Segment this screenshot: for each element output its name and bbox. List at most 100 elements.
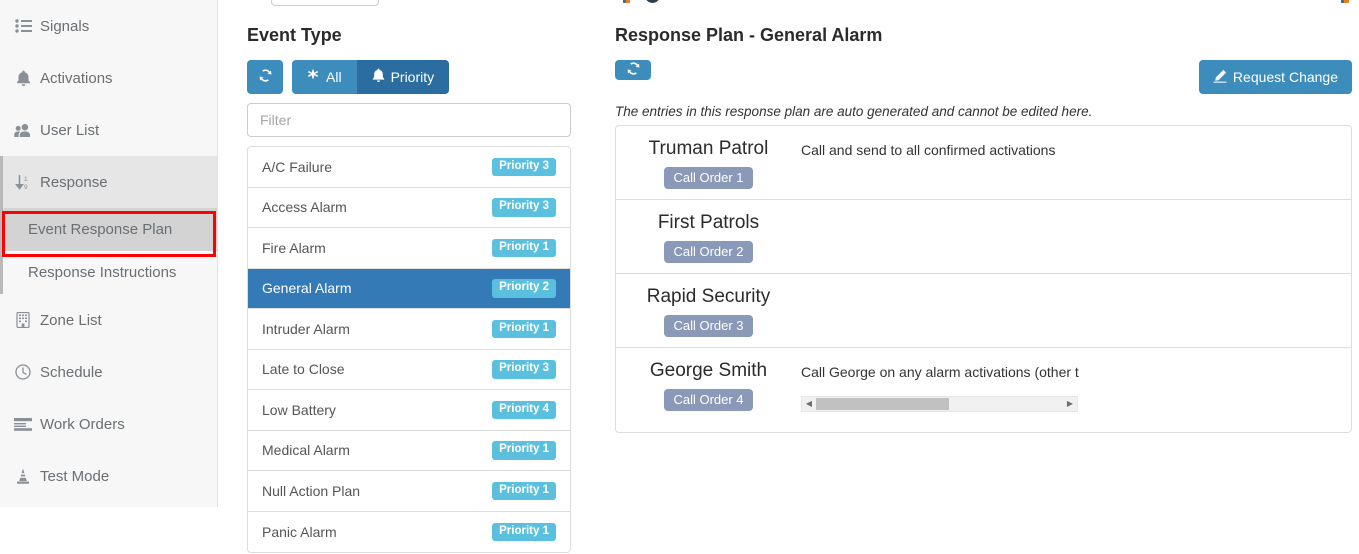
event-list-item[interactable]: Panic Alarm Priority 1 xyxy=(248,512,570,553)
partial-icon-above xyxy=(645,0,660,3)
event-list-item-selected[interactable]: General Alarm Priority 2 xyxy=(248,268,570,309)
response-plan-row[interactable]: First Patrols Call Order 2 xyxy=(616,200,1351,274)
event-name: Intruder Alarm xyxy=(262,320,350,337)
sidebar-item-user-list[interactable]: User List xyxy=(0,104,217,156)
sidebar-item-label: Activations xyxy=(40,69,113,87)
filter-priority-label: Priority xyxy=(390,69,435,85)
app-root: Signals Activations User List 19 Respons… xyxy=(0,0,1359,554)
priority-badge: Priority 3 xyxy=(492,157,556,176)
call-order-badge: Call Order 3 xyxy=(664,315,753,337)
request-change-label: Request Change xyxy=(1232,69,1338,85)
event-name: Panic Alarm xyxy=(262,523,337,540)
svg-text:9: 9 xyxy=(24,184,28,191)
scrollbar-track[interactable] xyxy=(816,397,1063,411)
sidebar-subitem-response-instructions[interactable]: Response Instructions xyxy=(0,251,217,294)
sidebar-item-label: Response xyxy=(40,173,108,191)
tasks-icon xyxy=(14,415,32,433)
sidebar: Signals Activations User List 19 Respons… xyxy=(0,0,218,507)
clock-icon xyxy=(14,363,32,381)
filter-priority-button[interactable]: Priority xyxy=(356,60,450,94)
users-icon xyxy=(14,121,32,139)
response-plan-description: Call and send to all confirmed activatio… xyxy=(801,142,1056,158)
asterisk-icon xyxy=(307,69,320,85)
sidebar-item-activations[interactable]: Activations xyxy=(0,52,217,104)
event-list-item[interactable]: Medical Alarm Priority 1 xyxy=(248,431,570,471)
priority-badge: Priority 1 xyxy=(492,481,556,500)
priority-badge: Priority 2 xyxy=(492,279,556,298)
call-order-badge: Call Order 2 xyxy=(664,241,753,263)
sidebar-item-test-mode[interactable]: Test Mode xyxy=(0,450,217,502)
request-change-button[interactable]: Request Change xyxy=(1198,60,1352,94)
response-plan-entity: Truman Patrol Call Order 1 xyxy=(616,126,801,199)
event-list-item[interactable]: A/C Failure Priority 3 xyxy=(248,147,570,188)
response-plan-row[interactable]: Truman Patrol Call Order 1 Call and send… xyxy=(616,126,1351,200)
event-list-item[interactable]: Intruder Alarm Priority 1 xyxy=(248,309,570,350)
refresh-button[interactable] xyxy=(247,60,283,94)
response-plan-entity-name: First Patrols xyxy=(657,212,760,233)
response-plan-refresh-button[interactable] xyxy=(615,60,651,80)
priority-badge: Priority 1 xyxy=(492,238,556,257)
event-type-list: A/C Failure Priority 3 Access Alarm Prio… xyxy=(247,146,571,553)
svg-text:1: 1 xyxy=(24,176,28,183)
sidebar-subitem-event-response-plan[interactable]: Event Response Plan xyxy=(0,208,217,251)
response-plan-description-cell xyxy=(801,274,1351,288)
scroll-left-arrow-icon[interactable]: ◀ xyxy=(802,400,816,408)
filter-all-button[interactable]: All xyxy=(292,60,357,94)
event-list-item[interactable]: Late to Close Priority 3 xyxy=(248,350,570,390)
sidebar-item-label: Test Mode xyxy=(40,467,110,485)
sidebar-item-response[interactable]: 19 Response xyxy=(0,156,217,208)
scrollbar-thumb[interactable] xyxy=(816,398,949,410)
list-icon xyxy=(14,17,32,35)
call-order-badge: Call Order 1 xyxy=(664,167,753,189)
description-horizontal-scrollbar[interactable]: ◀ ▶ xyxy=(801,396,1078,412)
cone-icon xyxy=(14,467,32,485)
response-plan-entity: George Smith Call Order 4 xyxy=(616,348,801,421)
response-plan-note: The entries in this response plan are au… xyxy=(615,104,1093,119)
response-plan-description: Call George on any alarm activations (ot… xyxy=(801,364,1079,380)
event-name: Access Alarm xyxy=(262,199,347,216)
scroll-right-arrow-icon[interactable]: ▶ xyxy=(1063,400,1077,408)
pencil-icon xyxy=(1213,69,1227,86)
event-name: Late to Close xyxy=(262,361,345,378)
filter-all-label: All xyxy=(326,69,342,85)
response-plan-card: Truman Patrol Call Order 1 Call and send… xyxy=(615,125,1352,433)
event-name: Medical Alarm xyxy=(262,442,350,459)
event-name: A/C Failure xyxy=(262,158,333,175)
sidebar-item-label: User List xyxy=(40,121,100,139)
partial-input-above[interactable] xyxy=(271,0,379,6)
response-plan-title: Response Plan - General Alarm xyxy=(615,25,883,45)
event-name: Null Action Plan xyxy=(262,482,361,499)
sidebar-item-zone-list[interactable]: Zone List xyxy=(0,294,217,346)
event-name: Fire Alarm xyxy=(262,239,326,256)
event-list-item[interactable]: Null Action Plan Priority 1 xyxy=(248,471,570,512)
call-order-badge: Call Order 4 xyxy=(664,389,753,411)
bell-icon xyxy=(372,68,385,86)
priority-badge: Priority 1 xyxy=(492,522,556,541)
partial-marker-above-right xyxy=(1341,0,1349,3)
sidebar-item-label: Zone List xyxy=(40,311,102,329)
sidebar-subitem-label: Response Instructions xyxy=(28,264,177,281)
priority-badge: Priority 1 xyxy=(492,319,556,338)
response-plan-entity: First Patrols Call Order 2 xyxy=(616,200,801,273)
response-plan-row[interactable]: George Smith Call Order 4 Call George on… xyxy=(616,348,1351,432)
bell-icon xyxy=(14,69,32,87)
response-plan-entity-name: Rapid Security xyxy=(646,286,771,307)
sidebar-subitem-label: Event Response Plan xyxy=(28,221,173,238)
response-plan-entity-name: George Smith xyxy=(649,360,768,381)
response-plan-entity: Rapid Security Call Order 3 xyxy=(616,274,801,347)
event-type-toolbar: All Priority xyxy=(247,60,571,94)
response-plan-entity-name: Truman Patrol xyxy=(648,138,769,159)
priority-badge: Priority 3 xyxy=(492,360,556,379)
event-list-item[interactable]: Access Alarm Priority 3 xyxy=(248,188,570,228)
sidebar-item-work-orders[interactable]: Work Orders xyxy=(0,398,217,450)
building-icon xyxy=(14,311,32,329)
priority-badge: Priority 4 xyxy=(492,400,556,419)
priority-badge: Priority 3 xyxy=(492,198,556,217)
event-list-item[interactable]: Fire Alarm Priority 1 xyxy=(248,228,570,269)
sidebar-item-schedule[interactable]: Schedule xyxy=(0,346,217,398)
sidebar-item-signals[interactable]: Signals xyxy=(0,0,217,52)
event-filter-input[interactable] xyxy=(247,103,571,137)
response-plan-description-cell: Call and send to all confirmed activatio… xyxy=(801,126,1351,160)
response-plan-row[interactable]: Rapid Security Call Order 3 xyxy=(616,274,1351,348)
event-list-item[interactable]: Low Battery Priority 4 xyxy=(248,390,570,431)
